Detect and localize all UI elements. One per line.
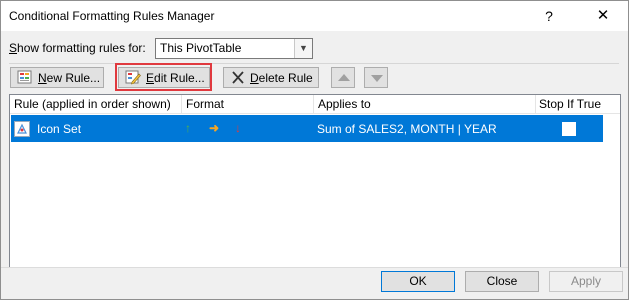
right-arrow-icon: ➜ — [209, 121, 220, 135]
column-header-stop-if-true[interactable]: Stop If True — [539, 97, 601, 111]
column-separator — [181, 95, 182, 113]
edit-rule-label-text: dit Rule... — [154, 71, 205, 85]
icon-set-rule-icon — [14, 121, 30, 137]
delete-rule-button[interactable]: Delete Rule — [223, 67, 319, 88]
new-rule-label-text: ew Rule... — [46, 71, 101, 85]
column-separator — [313, 95, 314, 113]
stop-if-true-checkbox[interactable] — [562, 122, 576, 136]
edit-rule-access-key: E — [146, 71, 155, 85]
edit-rule-label: Edit Rule... — [146, 71, 205, 85]
applies-to-range[interactable]: Sum of SALES2, MONTH | YEAR — [317, 122, 497, 136]
move-down-button[interactable] — [364, 67, 388, 88]
chevron-down-icon[interactable]: ▼ — [294, 39, 312, 58]
column-header-applies-to[interactable]: Applies to — [318, 97, 371, 111]
close-button[interactable]: Close — [465, 271, 539, 292]
show-rules-label-access-key: S — [9, 41, 18, 55]
rule-row[interactable]: Icon Set ↑ ➜ ↓ Sum of SALES2, MONTH | YE… — [11, 115, 603, 142]
footer-divider — [1, 267, 628, 268]
new-rule-access-key: N — [38, 71, 47, 85]
show-rules-selected: This PivotTable — [160, 41, 242, 55]
show-rules-label-text: how formatting rules for: — [17, 41, 146, 55]
show-rules-label: Show formatting rules for: — [9, 41, 146, 55]
delete-rule-label: Delete Rule — [250, 71, 313, 85]
rules-list[interactable]: Rule (applied in order shown) Format App… — [9, 94, 621, 268]
new-rule-label: New Rule... — [38, 71, 100, 85]
ok-button[interactable]: OK — [381, 271, 455, 292]
edit-rule-button[interactable]: Edit Rule... — [118, 67, 210, 88]
up-arrow-icon: ↑ — [185, 121, 191, 135]
down-arrow-icon: ↓ — [235, 121, 241, 135]
delete-rule-access-key: D — [250, 71, 259, 85]
rules-list-header: Rule (applied in order shown) Format App… — [10, 95, 620, 114]
show-rules-dropdown[interactable]: This PivotTable ▼ — [155, 38, 313, 59]
close-icon[interactable]: ✕ — [583, 1, 623, 31]
column-header-rule[interactable]: Rule (applied in order shown) — [14, 97, 171, 111]
delete-x-icon — [232, 71, 244, 84]
delete-rule-label-text: elete Rule — [258, 71, 313, 85]
triangle-down-icon — [371, 75, 383, 82]
move-up-button[interactable] — [331, 67, 355, 88]
title-bar: Conditional Formatting Rules Manager ? ✕ — [1, 1, 628, 31]
rules-manager-dialog: Conditional Formatting Rules Manager ? ✕… — [0, 0, 629, 300]
edit-rule-icon — [125, 70, 141, 85]
new-rule-icon — [17, 70, 32, 84]
toolbar-divider — [9, 63, 619, 64]
help-icon[interactable]: ? — [529, 1, 569, 31]
apply-button[interactable]: Apply — [549, 271, 623, 292]
new-rule-button[interactable]: New Rule... — [10, 67, 104, 88]
rule-name: Icon Set — [37, 122, 82, 136]
column-separator — [535, 95, 536, 113]
column-header-format[interactable]: Format — [186, 97, 224, 111]
triangle-up-icon — [338, 74, 350, 81]
window-title: Conditional Formatting Rules Manager — [9, 9, 215, 23]
